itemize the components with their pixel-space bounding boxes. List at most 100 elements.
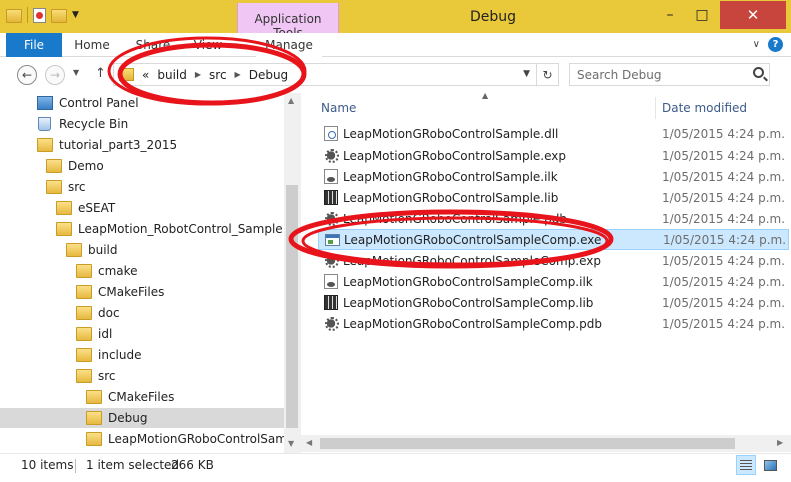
folder-icon: [46, 159, 62, 173]
file-list: ▲ Name Date modified LeapMotionGRoboCont…: [301, 91, 791, 453]
up-button[interactable]: ↑: [95, 66, 106, 81]
tree-item-label: include: [98, 348, 142, 362]
tree-item-leapmotion-sample[interactable]: LeapMotion_RobotControl_Sample: [0, 219, 284, 239]
scroll-down-icon[interactable]: ▼: [288, 439, 294, 448]
tree-item-include[interactable]: include: [0, 345, 284, 365]
tree-item-cmakefiles[interactable]: CMakeFiles: [0, 282, 284, 302]
file-row[interactable]: LeapMotionGRoboControlSample.exp 1/05/20…: [318, 145, 789, 166]
tree-item-eseat[interactable]: eSEAT: [0, 198, 284, 218]
file-list-scrollbar[interactable]: ◀ ▶: [301, 435, 791, 452]
tree-item-recycle-bin[interactable]: Recycle Bin: [0, 114, 284, 134]
tree-item-src[interactable]: src: [0, 177, 284, 197]
search-icon[interactable]: [753, 67, 764, 78]
tree-item-doc[interactable]: doc: [0, 303, 284, 323]
scroll-up-icon[interactable]: ▲: [288, 96, 294, 105]
file-row[interactable]: LeapMotionGRoboControlSample.ilk 1/05/20…: [318, 166, 789, 187]
large-icons-view-button[interactable]: [760, 455, 780, 475]
customize-qat-icon[interactable]: ▼: [72, 10, 79, 20]
folder-icon: [46, 180, 62, 194]
file-row[interactable]: LeapMotionGRoboControlSampleComp.exp 1/0…: [318, 250, 789, 271]
status-bar: 10 items 1 item selected 266 KB: [0, 453, 791, 482]
file-row[interactable]: LeapMotionGRoboControlSample.dll 1/05/20…: [318, 123, 789, 144]
file-date: 1/05/2015 4:24 p.m.: [662, 274, 786, 289]
lib-icon: [324, 295, 338, 310]
tree-item-debug[interactable]: Debug: [0, 408, 284, 428]
address-dropdown-icon[interactable]: ▼: [523, 69, 530, 79]
folder-icon: [86, 390, 102, 404]
tree-item-label: idl: [98, 327, 113, 341]
tree-item-cmakefiles-src[interactable]: CMakeFiles: [0, 387, 284, 407]
breadcrumb-overflow[interactable]: «: [142, 68, 149, 82]
scrollbar-thumb[interactable]: [286, 185, 298, 428]
tree-item-label: eSEAT: [78, 201, 116, 215]
application-tools-tab[interactable]: Application Tools: [237, 3, 339, 40]
navigation-pane-scrollbar[interactable]: ▲ ▼: [284, 93, 300, 453]
file-date: 1/05/2015 4:24 p.m.: [663, 232, 787, 247]
breadcrumb-debug[interactable]: Debug: [249, 68, 288, 82]
file-date: 1/05/2015 4:24 p.m.: [662, 253, 786, 268]
tree-item-control-panel[interactable]: Control Panel: [0, 93, 284, 113]
tree-item-label: CMakeFiles: [98, 285, 165, 299]
minimize-button[interactable]: –: [655, 1, 685, 29]
qat-separator: [27, 7, 28, 23]
scroll-left-icon[interactable]: ◀: [306, 438, 312, 447]
breadcrumb-src[interactable]: src: [209, 68, 227, 82]
tab-manage[interactable]: Manage: [256, 33, 322, 57]
help-icon[interactable]: ?: [768, 37, 783, 52]
tree-item-cmake[interactable]: cmake: [0, 261, 284, 281]
tab-share[interactable]: Share: [128, 33, 178, 57]
file-date: 1/05/2015 4:24 p.m.: [662, 316, 786, 331]
close-button[interactable]: ✕: [720, 1, 786, 29]
folder-icon: [76, 306, 92, 320]
tree-item-build[interactable]: build: [0, 240, 284, 260]
file-row[interactable]: LeapMotionGRoboControlSample.pdb 1/05/20…: [318, 208, 789, 229]
tree-item-label: Control Panel: [59, 96, 139, 110]
scroll-right-icon[interactable]: ▶: [777, 438, 783, 447]
file-row[interactable]: LeapMotionGRoboControlSample.lib 1/05/20…: [318, 187, 789, 208]
column-date-modified[interactable]: Date modified: [662, 101, 747, 115]
details-view-button[interactable]: [736, 455, 756, 475]
properties-icon[interactable]: [33, 7, 46, 23]
column-name[interactable]: Name: [321, 101, 356, 115]
tab-view[interactable]: View: [188, 33, 228, 57]
expand-ribbon-icon[interactable]: ∨: [753, 39, 760, 50]
breadcrumb-separator-icon[interactable]: ▶: [235, 70, 241, 79]
file-date: 1/05/2015 4:24 p.m.: [662, 148, 786, 163]
folder-icon: [56, 201, 72, 215]
exe-icon: [325, 233, 340, 246]
file-name: LeapMotionGRoboControlSampleComp.ilk: [343, 274, 593, 289]
exp-icon: [324, 148, 339, 163]
file-date: 1/05/2015 4:24 p.m.: [662, 190, 786, 205]
tree-item-label: Demo: [68, 159, 104, 173]
tree-item-leapmotion-grobo[interactable]: LeapMotionGRoboControlSample: [0, 429, 300, 449]
folder-icon: [76, 327, 92, 341]
recent-locations-icon[interactable]: ▼: [73, 68, 79, 77]
forward-button[interactable]: →: [45, 65, 65, 85]
back-button[interactable]: ←: [17, 65, 37, 85]
breadcrumb-build[interactable]: build: [157, 68, 187, 82]
tab-file[interactable]: File: [6, 33, 62, 57]
search-input[interactable]: [570, 64, 748, 85]
breadcrumb-separator-icon[interactable]: ▶: [195, 70, 201, 79]
tree-item-src-build[interactable]: src: [0, 366, 284, 386]
file-row[interactable]: LeapMotionGRoboControlSampleComp.ilk 1/0…: [318, 271, 789, 292]
column-divider[interactable]: [655, 97, 656, 119]
scrollbar-thumb[interactable]: [320, 438, 735, 449]
tab-home[interactable]: Home: [64, 33, 120, 57]
file-row[interactable]: LeapMotionGRoboControlSampleComp.lib 1/0…: [318, 292, 789, 313]
maximize-button[interactable]: □: [687, 1, 717, 29]
item-count: 10 items: [21, 458, 74, 472]
folder-icon: [76, 285, 92, 299]
folder-icon[interactable]: [6, 8, 22, 23]
tree-item-demo[interactable]: Demo: [0, 156, 284, 176]
address-bar[interactable]: « build ▶ src ▶ Debug ▼ ↻: [113, 63, 559, 86]
tree-item-label: cmake: [98, 264, 138, 278]
tree-item-label: CMakeFiles: [108, 390, 175, 404]
refresh-button[interactable]: ↻: [536, 64, 558, 85]
window-title: Debug: [470, 9, 517, 25]
file-row-selected[interactable]: LeapMotionGRoboControlSampleComp.exe 1/0…: [318, 229, 789, 250]
new-folder-icon[interactable]: [51, 8, 67, 23]
file-row[interactable]: LeapMotionGRoboControlSampleComp.pdb 1/0…: [318, 313, 789, 334]
tree-item-tutorial[interactable]: tutorial_part3_2015: [0, 135, 284, 155]
tree-item-idl[interactable]: idl: [0, 324, 284, 344]
